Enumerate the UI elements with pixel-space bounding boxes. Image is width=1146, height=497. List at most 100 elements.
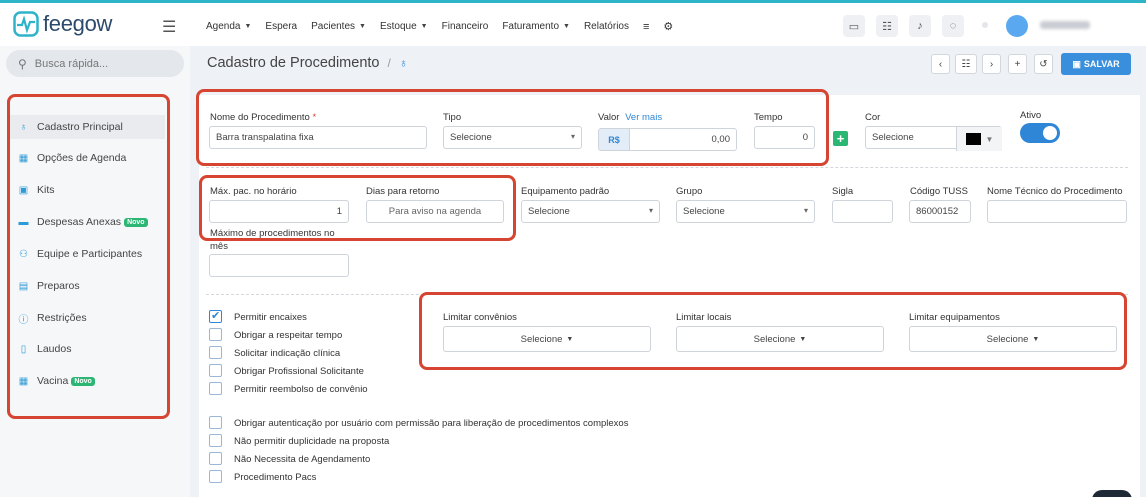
- tipo-value: Selecione: [450, 132, 492, 143]
- kit-icon: ▣: [18, 184, 29, 196]
- checkbox-indicacao-clinica[interactable]: [209, 346, 222, 359]
- logo[interactable]: feegow: [13, 11, 112, 37]
- user-name-blurred[interactable]: [1040, 21, 1090, 29]
- list-button[interactable]: ☷: [955, 54, 977, 74]
- valor-value: 0,00: [711, 134, 731, 145]
- sidebar-item-vacina[interactable]: ▦ Vacina Novo: [18, 375, 95, 387]
- checkbox-label: Solicitar indicação clínica: [234, 348, 341, 359]
- max-mes-label-line: Máximo de procedimentos no: [210, 228, 335, 239]
- sidebar-item-preparos[interactable]: ▤ Preparos: [18, 280, 80, 292]
- sidebar-item-cadastro-principal[interactable]: ♁ Cadastro Principal: [10, 115, 165, 139]
- database-icon[interactable]: ≡: [643, 20, 649, 33]
- add-tempo-button[interactable]: +: [833, 131, 848, 146]
- nav-relatorios[interactable]: Relatórios: [584, 20, 629, 33]
- grupo-select[interactable]: Selecione: [676, 200, 815, 223]
- inbox-icon[interactable]: ▭: [843, 15, 865, 37]
- nav-espera[interactable]: Espera: [265, 20, 297, 33]
- sidebar-item-restricoes[interactable]: ⓘ Restrições: [18, 312, 87, 326]
- dias-retorno-label: Dias para retorno: [366, 186, 440, 197]
- save-button[interactable]: ▣ SALVAR: [1061, 53, 1131, 75]
- checkbox-nao-necessita-agendamento[interactable]: [209, 452, 222, 465]
- save-icon: ▣: [1072, 58, 1081, 69]
- chat-widget-button[interactable]: [1092, 490, 1132, 497]
- max-mes-label: Máximo de procedimentos no mês: [210, 227, 335, 253]
- ativo-label: Ativo: [1020, 110, 1042, 121]
- ver-mais-link[interactable]: Ver mais: [625, 112, 662, 123]
- nav-label: Espera: [265, 21, 298, 32]
- color-picker[interactable]: ▼: [956, 127, 1002, 151]
- stethoscope-icon: ♁: [19, 121, 28, 133]
- nav-label: Estoque: [379, 21, 417, 32]
- nav-label: Agenda: [206, 21, 241, 32]
- nome-label-text: Nome do Procedimento: [210, 112, 310, 123]
- sigla-input[interactable]: [832, 200, 893, 223]
- checkbox-procedimento-pacs[interactable]: [209, 470, 222, 483]
- status-dot: [982, 22, 988, 28]
- sidebar-item-despesas-anexas[interactable]: ▬ Despesas Anexas Novo: [18, 216, 148, 228]
- caret-down-icon: ▼: [563, 23, 570, 30]
- max-pac-value: 1: [336, 206, 342, 217]
- sidebar-item-equipe[interactable]: ⚇ Equipe e Participantes: [18, 248, 142, 260]
- sidebar-item-kits[interactable]: ▣ Kits: [18, 184, 55, 196]
- prev-button[interactable]: ‹: [931, 54, 950, 74]
- checkbox-label: Obrigar Profissional Solicitante: [234, 366, 364, 377]
- checkbox-duplicidade-proposta[interactable]: [209, 434, 222, 447]
- caret-down-icon: ▼: [244, 23, 252, 30]
- nav-estoque[interactable]: Estoque ▼: [380, 20, 428, 33]
- menu-toggle-icon[interactable]: ☰: [162, 17, 176, 37]
- cor-value: Selecione: [872, 132, 914, 143]
- checkbox-profissional-solicitante[interactable]: [209, 364, 222, 377]
- search-input[interactable]: ⚲ Busca rápida...: [6, 50, 184, 77]
- checkbox-permitir-encaixes[interactable]: ✔: [209, 310, 222, 323]
- max-pac-input[interactable]: 1: [209, 200, 349, 223]
- checkbox-respeitar-tempo[interactable]: [209, 328, 222, 341]
- new-badge: Novo: [124, 217, 148, 227]
- history-icon[interactable]: ↺: [1034, 54, 1053, 74]
- add-button[interactable]: +: [1008, 54, 1027, 74]
- tuss-input[interactable]: 86000152: [909, 200, 971, 223]
- limitar-locais-select[interactable]: Selecione ▼: [676, 326, 884, 352]
- limitar-equipamentos-select[interactable]: Selecione ▼: [909, 326, 1117, 352]
- dias-retorno-input[interactable]: Para aviso na agenda: [366, 200, 504, 223]
- ativo-toggle[interactable]: [1020, 123, 1060, 143]
- checkbox-label: Permitir reembolso de convênio: [234, 384, 368, 395]
- checkbox-label: Obrigar autenticação por usuário com per…: [234, 418, 629, 429]
- tipo-select[interactable]: Selecione: [443, 126, 582, 149]
- cor-label: Cor: [865, 112, 881, 123]
- gear-icon[interactable]: ⚙: [663, 20, 673, 33]
- card-icon: ▬: [18, 216, 29, 228]
- avatar[interactable]: [1006, 15, 1028, 37]
- tempo-input[interactable]: 0: [754, 126, 815, 149]
- tasks-icon[interactable]: ☷: [876, 15, 898, 37]
- sidebar-item-laudos[interactable]: ▯ Laudos: [18, 343, 72, 355]
- nav-pacientes[interactable]: Pacientes ▼: [311, 20, 366, 33]
- limitar-locais-value: Selecione: [753, 333, 796, 345]
- nav-faturamento[interactable]: Faturamento ▼: [502, 20, 570, 33]
- chat-icon[interactable]: ◌: [942, 15, 964, 37]
- new-badge: Novo: [71, 376, 95, 386]
- nome-tecnico-input[interactable]: [987, 200, 1127, 223]
- checkbox-autenticacao-complexos[interactable]: [209, 416, 222, 429]
- nav-label: Financeiro: [441, 21, 489, 32]
- bell-icon[interactable]: ♪: [909, 15, 931, 37]
- nav-agenda[interactable]: Agenda ▼: [206, 20, 251, 33]
- page-title: Cadastro de Procedimento / ♁: [207, 55, 408, 71]
- feegow-logo-icon: [13, 11, 39, 37]
- sidebar-item-label: Kits: [37, 184, 55, 196]
- checkbox-reembolso-convenio[interactable]: [209, 382, 222, 395]
- limitar-equipamentos-value: Selecione: [986, 333, 1029, 345]
- caret-down-icon: ▼: [359, 23, 366, 30]
- max-mes-input[interactable]: [209, 254, 349, 277]
- dias-retorno-placeholder: Para aviso na agenda: [388, 206, 482, 217]
- limitar-convenios-select[interactable]: Selecione ▼: [443, 326, 651, 352]
- checkbox-label: Permitir encaixes: [234, 312, 307, 323]
- next-button[interactable]: ›: [982, 54, 1001, 74]
- limitar-locais-label: Limitar locais: [676, 312, 732, 323]
- valor-input[interactable]: 0,00: [629, 128, 737, 151]
- nome-input[interactable]: Barra transpalatina fixa: [209, 126, 427, 149]
- max-pac-label: Máx. pac. no horário: [210, 186, 297, 197]
- nav-financeiro[interactable]: Financeiro: [442, 20, 489, 33]
- search-icon: ⚲: [18, 56, 27, 71]
- equipamento-select[interactable]: Selecione: [521, 200, 660, 223]
- sidebar-item-opcoes-agenda[interactable]: ▦ Opções de Agenda: [18, 152, 127, 164]
